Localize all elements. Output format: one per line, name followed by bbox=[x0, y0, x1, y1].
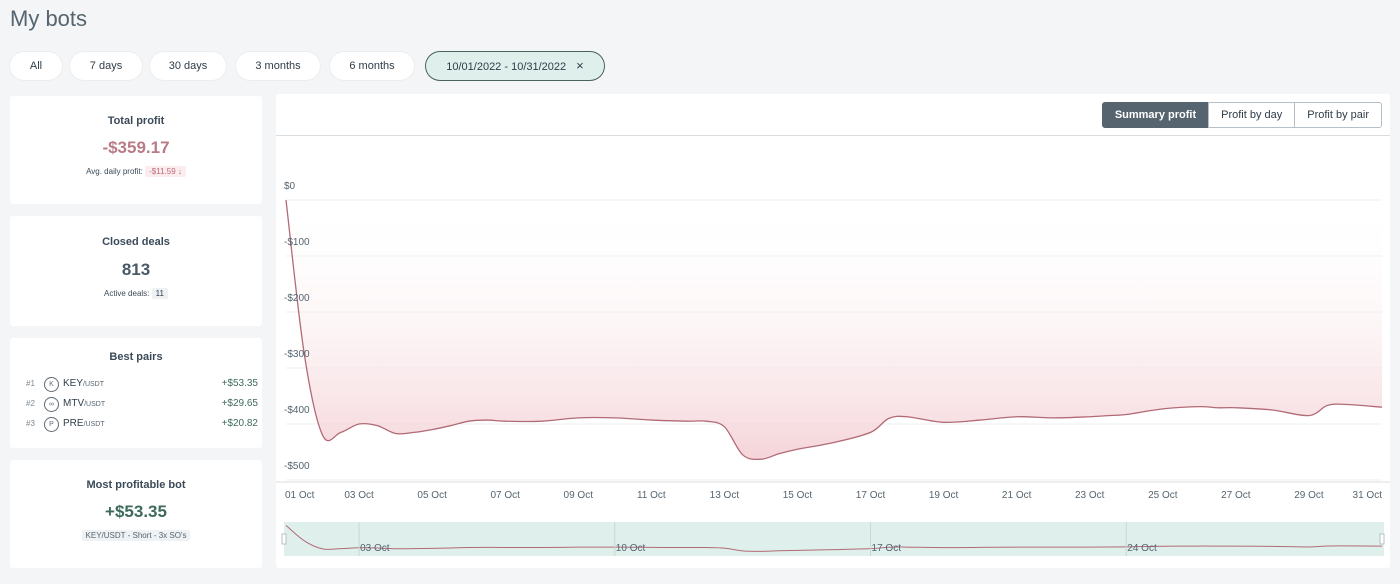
pair-quote: /USDT bbox=[84, 401, 106, 408]
x-tick-label: 25 Oct bbox=[1148, 490, 1178, 501]
key-coin-icon: K bbox=[44, 377, 59, 392]
pre-coin-icon: P bbox=[44, 417, 59, 432]
filter-6-months[interactable]: 6 months bbox=[330, 52, 414, 80]
x-tick-label: 07 Oct bbox=[490, 490, 520, 501]
best-pair-row[interactable]: #3 P PRE/USDT +$20.82 bbox=[26, 417, 258, 433]
close-icon[interactable]: × bbox=[576, 58, 584, 73]
pair-name: KEY/USDT bbox=[63, 378, 104, 389]
x-tick-label: 03 Oct bbox=[344, 490, 374, 501]
pair-profit: +$20.82 bbox=[221, 418, 258, 429]
navigator-tick-label: 24 Oct bbox=[1127, 543, 1157, 554]
total-profit-value: -$359.17 bbox=[102, 138, 170, 157]
profit-area bbox=[286, 200, 1382, 460]
navigator-right-handle bbox=[1379, 533, 1385, 545]
profit-chart-panel: Summary profit Profit by day Profit by p… bbox=[276, 94, 1390, 568]
filter-3-months[interactable]: 3 months bbox=[236, 52, 320, 80]
pair-name: MTV/USDT bbox=[63, 398, 105, 409]
y-tick-label: -$300 bbox=[284, 349, 310, 360]
avg-daily-profit-label: Avg. daily profit: bbox=[86, 167, 143, 176]
avg-daily-profit: Avg. daily profit: -$11.59 ↓ bbox=[10, 166, 262, 177]
most-profitable-bot-title: Most profitable bot bbox=[86, 479, 186, 491]
x-tick-label: 13 Oct bbox=[710, 490, 740, 501]
pair-name: PRE/USDT bbox=[63, 418, 105, 429]
page-title: My bots bbox=[10, 6, 88, 31]
date-range-label: 10/01/2022 - 10/31/2022 bbox=[446, 61, 567, 73]
x-tick-label: 27 Oct bbox=[1221, 490, 1251, 501]
navigator-left-handle bbox=[281, 533, 287, 545]
x-tick-label: 23 Oct bbox=[1075, 490, 1105, 501]
most-profitable-bot-card: Most profitable bot +$53.35 KEY/USDT - S… bbox=[10, 460, 262, 568]
y-tick-label: -$100 bbox=[284, 237, 310, 248]
best-pair-row[interactable]: #1 K KEY/USDT +$53.35 bbox=[26, 377, 258, 393]
navigator-tick-label: 17 Oct bbox=[872, 543, 902, 554]
active-deals-label: Active deals: bbox=[104, 289, 150, 298]
bot-label-row: KEY/USDT - Short - 3x SO's bbox=[10, 530, 262, 541]
y-tick-label: -$500 bbox=[284, 461, 310, 472]
avg-daily-profit-value: -$11.59 bbox=[149, 167, 176, 176]
closed-deals-title: Closed deals bbox=[102, 236, 170, 248]
pair-base: MTV bbox=[63, 398, 85, 409]
pair-profit: +$29.65 bbox=[221, 398, 258, 409]
total-profit-card: Total profit -$359.17 Avg. daily profit:… bbox=[10, 96, 262, 204]
summary-profit-chart[interactable]: $0 -$100 -$200 -$300 -$400 -$500 01 Oct 03 Oct… bbox=[276, 94, 1390, 568]
x-tick-label: 15 Oct bbox=[783, 490, 813, 501]
best-pairs-card: Best pairs #1 K KEY/USDT +$53.35 #2 ∞ MT… bbox=[10, 338, 262, 448]
x-tick-label: 31 Oct bbox=[1353, 490, 1383, 501]
pair-base: PRE bbox=[63, 418, 84, 429]
pair-quote: /USDT bbox=[83, 421, 105, 428]
y-tick-label: -$400 bbox=[284, 405, 310, 416]
x-tick-label: 19 Oct bbox=[929, 490, 959, 501]
y-tick-label: -$200 bbox=[284, 293, 310, 304]
best-pairs-title: Best pairs bbox=[109, 351, 163, 363]
bot-label[interactable]: KEY/USDT - Short - 3x SO's bbox=[81, 530, 191, 541]
pair-quote: /USDT bbox=[83, 381, 105, 388]
navigator-tick-label: 03 Oct bbox=[360, 543, 390, 554]
avg-daily-profit-badge: -$11.59 ↓ bbox=[145, 166, 186, 177]
most-profitable-bot-value: +$53.35 bbox=[105, 502, 167, 521]
pair-rank: #1 bbox=[26, 379, 35, 388]
navigator-tick-label: 10 Oct bbox=[616, 543, 646, 554]
filter-all[interactable]: All bbox=[10, 52, 62, 80]
pair-profit: +$53.35 bbox=[221, 378, 258, 389]
x-tick-label: 11 Oct bbox=[637, 490, 666, 501]
x-tick-label: 29 Oct bbox=[1294, 490, 1324, 501]
arrow-down-icon: ↓ bbox=[177, 167, 182, 176]
total-profit-title: Total profit bbox=[107, 115, 165, 127]
x-tick-label: 01 Oct bbox=[285, 490, 315, 501]
closed-deals-value: 813 bbox=[121, 260, 151, 279]
filter-30-days[interactable]: 30 days bbox=[150, 52, 226, 80]
filter-7-days[interactable]: 7 days bbox=[70, 52, 142, 80]
filter-custom-range[interactable]: 10/01/2022 - 10/31/2022 × bbox=[426, 52, 604, 80]
range-navigator bbox=[284, 522, 1384, 556]
pair-rank: #3 bbox=[26, 419, 35, 428]
pair-rank: #2 bbox=[26, 399, 35, 408]
x-tick-label: 05 Oct bbox=[417, 490, 447, 501]
closed-deals-card: Closed deals 813 Active deals: 11 bbox=[10, 216, 262, 326]
mtv-coin-icon: ∞ bbox=[44, 397, 59, 412]
pair-base: KEY bbox=[63, 378, 84, 389]
active-deals-value: 11 bbox=[151, 288, 168, 299]
x-tick-label: 17 Oct bbox=[856, 490, 886, 501]
active-deals: Active deals: 11 bbox=[10, 288, 262, 299]
x-tick-label: 21 Oct bbox=[1002, 490, 1032, 501]
best-pair-row[interactable]: #2 ∞ MTV/USDT +$29.65 bbox=[26, 397, 258, 413]
y-tick-label: $0 bbox=[284, 181, 296, 192]
x-tick-label: 09 Oct bbox=[564, 490, 594, 501]
